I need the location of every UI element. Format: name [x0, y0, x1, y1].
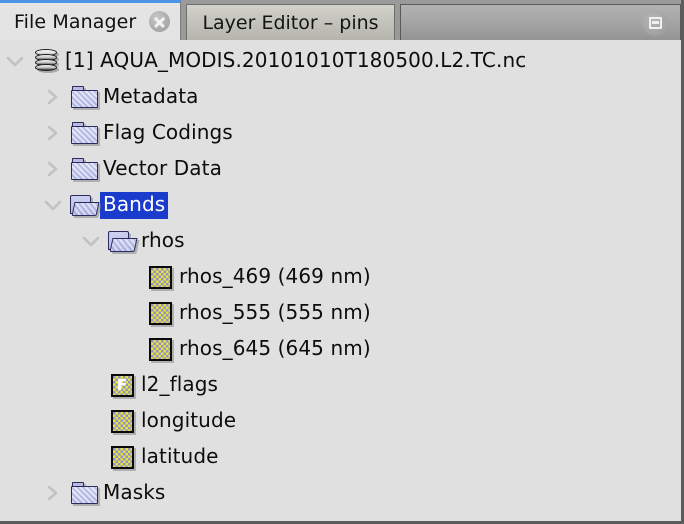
tree-node[interactable]: latitude: [0, 439, 681, 475]
tree-node-label: Bands: [100, 191, 169, 219]
tree-node[interactable]: rhos_469 (469 nm): [0, 259, 681, 295]
tree-node-icon: [106, 406, 138, 436]
tree-node-label: rhos: [141, 227, 185, 252]
tree-node-icon: [68, 118, 100, 148]
chevron-down-icon[interactable]: [0, 43, 30, 79]
tree-node[interactable]: Metadata: [0, 79, 681, 115]
tree-node[interactable]: [1] AQUA_MODIS.20101010T180500.L2.TC.nc: [0, 43, 681, 79]
tree-node[interactable]: longitude: [0, 403, 681, 439]
flag-letter: F: [116, 375, 128, 394]
folder-open-icon: [70, 194, 100, 217]
tree-node[interactable]: Fl2_flags: [0, 367, 681, 403]
flag-band-icon: F: [110, 373, 134, 397]
tree-node-icon: [144, 334, 176, 364]
file-manager-window: File Manager Layer Editor – pins [1] AQU…: [0, 0, 684, 524]
twisty-placeholder: [76, 367, 106, 403]
tab-layer-editor-pins-label: Layer Editor – pins: [202, 11, 379, 34]
tree-node-icon: [144, 262, 176, 292]
tree-node-label: Masks: [103, 479, 166, 504]
chevron-right-icon[interactable]: [38, 115, 68, 151]
tab-bar-filler: [400, 4, 681, 40]
twisty-placeholder: [114, 295, 144, 331]
tab-file-manager[interactable]: File Manager: [0, 0, 181, 40]
tree-node-icon: [144, 298, 176, 328]
tree-node-label: Vector Data: [103, 155, 222, 180]
twisty-placeholder: [76, 439, 106, 475]
raster-band-icon: [110, 409, 134, 433]
tree-node-icon: [106, 226, 138, 256]
tree-node-label: rhos_555 (555 nm): [179, 299, 371, 324]
tab-layer-editor-pins[interactable]: Layer Editor – pins: [186, 4, 395, 40]
tree-node-icon: [68, 82, 100, 112]
folder-closed-icon: [70, 122, 98, 144]
tree-node-icon: [30, 46, 62, 76]
tree-node-icon: [68, 478, 100, 508]
tree-node-label: latitude: [141, 443, 219, 468]
tree-node-label: longitude: [141, 407, 237, 432]
chevron-right-icon[interactable]: [38, 475, 68, 511]
folder-closed-icon: [70, 482, 98, 504]
tree-node[interactable]: Masks: [0, 475, 681, 511]
tree-node[interactable]: Vector Data: [0, 151, 681, 187]
tree-node-label: l2_flags: [141, 371, 219, 396]
tree-node-icon: F: [106, 370, 138, 400]
tree-node-icon: [106, 442, 138, 472]
chevron-right-icon[interactable]: [38, 151, 68, 187]
tab-file-manager-label: File Manager: [14, 10, 137, 33]
tree-node[interactable]: rhos: [0, 223, 681, 259]
tree-node-label: rhos_469 (469 nm): [179, 263, 371, 288]
tree-node-label: [1] AQUA_MODIS.20101010T180500.L2.TC.nc: [65, 47, 527, 72]
tree-node-label: rhos_645 (645 nm): [179, 335, 371, 360]
raster-band-icon: [148, 265, 172, 289]
tree-node-icon: [68, 190, 100, 220]
chevron-down-icon[interactable]: [76, 223, 106, 259]
tree-node[interactable]: rhos_555 (555 nm): [0, 295, 681, 331]
raster-band-icon: [110, 445, 134, 469]
chevron-right-icon[interactable]: [38, 79, 68, 115]
tab-bar: File Manager Layer Editor – pins: [0, 0, 681, 40]
tree-node-label: Metadata: [103, 83, 199, 108]
folder-closed-icon: [70, 86, 98, 108]
raster-band-icon: [148, 337, 172, 361]
window-restore-icon[interactable]: [642, 9, 668, 36]
tree-node[interactable]: Bands: [0, 187, 681, 223]
window-restore-glyph: [648, 16, 662, 29]
tree-node-icon: [68, 154, 100, 184]
folder-closed-icon: [70, 158, 98, 180]
product-database-icon: [35, 49, 57, 73]
folder-open-icon: [108, 230, 138, 253]
chevron-down-icon[interactable]: [38, 187, 68, 223]
raster-band-icon: [148, 301, 172, 325]
tree-node-label: Flag Codings: [103, 119, 233, 144]
tree-node[interactable]: Flag Codings: [0, 115, 681, 151]
close-icon[interactable]: [149, 11, 170, 32]
tree-node[interactable]: rhos_645 (645 nm): [0, 331, 681, 367]
twisty-placeholder: [114, 259, 144, 295]
twisty-placeholder: [114, 331, 144, 367]
twisty-placeholder: [76, 403, 106, 439]
product-tree[interactable]: [1] AQUA_MODIS.20101010T180500.L2.TC.nc M…: [0, 40, 681, 521]
